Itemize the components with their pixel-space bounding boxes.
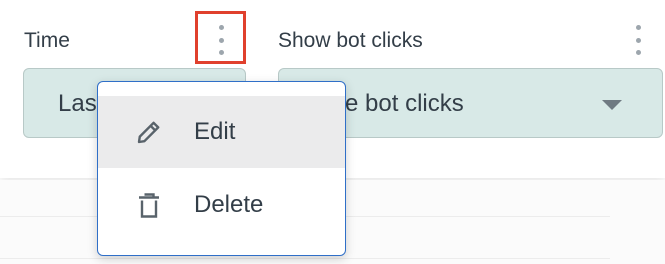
filter-options-menu: Edit Delete: [97, 81, 346, 256]
bot-clicks-filter-more-options-icon[interactable]: [634, 25, 642, 55]
divider: [0, 258, 610, 259]
trash-icon: [139, 193, 159, 218]
menu-item-edit[interactable]: Edit: [98, 96, 345, 168]
focus-highlight-outline: [195, 11, 246, 64]
kebab-dot: [635, 25, 641, 30]
chevron-down-icon: [602, 100, 622, 110]
bot-clicks-filter-label: Show bot clicks: [278, 29, 423, 52]
pencil-icon: [137, 121, 160, 144]
menu-item-label: Delete: [194, 191, 264, 218]
time-filter-label: Time: [24, 29, 70, 52]
kebab-dot: [635, 37, 641, 43]
menu-item-label: Edit: [194, 118, 236, 145]
kebab-dot: [635, 50, 641, 55]
menu-item-delete[interactable]: Delete: [98, 169, 345, 241]
